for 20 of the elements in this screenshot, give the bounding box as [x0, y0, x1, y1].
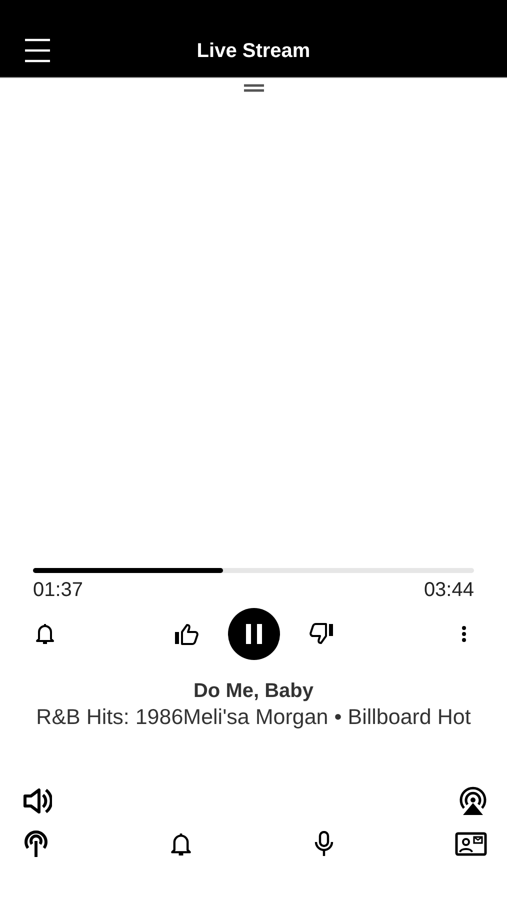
page-title: Live Stream [196, 40, 310, 63]
bell-icon[interactable] [170, 832, 192, 856]
drag-handle-icon[interactable] [244, 84, 264, 92]
elapsed-time: 01:37 [33, 579, 84, 602]
track-title: Do Me, Baby [192, 680, 315, 703]
progress-bar[interactable] [33, 568, 474, 573]
antenna-icon[interactable] [23, 830, 49, 858]
more-icon[interactable] [461, 625, 467, 643]
speaker-icon[interactable] [22, 787, 52, 815]
menu-icon[interactable] [25, 38, 50, 63]
pause-button[interactable] [228, 608, 280, 660]
pause-icon [246, 624, 262, 644]
thumbs-up-icon[interactable] [174, 623, 200, 645]
contact-card-icon[interactable] [454, 832, 487, 856]
microphone-icon[interactable] [314, 831, 334, 857]
duration-time: 03:44 [424, 579, 474, 602]
track-subtitle: R&B Hits: 1986Meli'sa Morgan • Billboard Hot [35, 705, 472, 730]
bell-icon[interactable] [35, 623, 55, 645]
thumbs-down-icon[interactable] [308, 623, 334, 645]
airplay-icon[interactable] [457, 786, 489, 816]
